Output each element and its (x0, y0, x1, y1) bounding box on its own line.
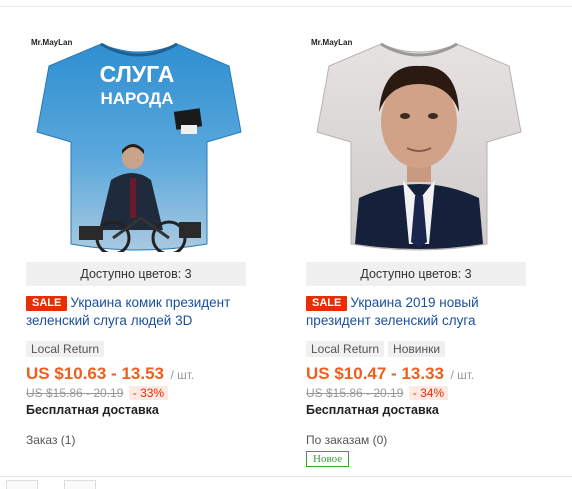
sale-badge: SALE (26, 296, 68, 311)
price-unit: / шт. (170, 368, 195, 382)
product-title[interactable]: SALE Украина 2019 новый президент зеленск… (306, 294, 546, 330)
price: US $10.47 - 13.33 / шт. (306, 364, 554, 384)
colors-available: Доступно цветов: 3 (306, 262, 526, 286)
brand-label: Mr.MayLan (31, 38, 73, 47)
old-price-row: US $15.86 - 20.19 - 33% (26, 386, 274, 400)
sale-badge: SALE (306, 296, 348, 311)
product-image[interactable]: СЛУГА НАРОДА Mr.MayLan (29, 30, 249, 252)
product-image[interactable]: Mr.MayLan (309, 30, 529, 252)
product-card[interactable]: СЛУГА НАРОДА Mr.MayLan Доступно цветов: … (26, 30, 274, 447)
tshirt-image: СЛУГА НАРОДА (36, 42, 242, 252)
price-unit: / шт. (450, 368, 475, 382)
tag-list: Local Return (26, 340, 274, 357)
old-price: US $15.86 - 20.19 (26, 386, 124, 400)
next-card-stub[interactable] (64, 480, 96, 489)
old-price-row: US $15.86 - 20.19 - 34% (306, 386, 554, 400)
shirt-text-line1: СЛУГА (100, 61, 175, 87)
product-card[interactable]: Mr.MayLan Доступно цветов: 3 SALE Украина… (306, 30, 554, 467)
new-badge: Новое (306, 451, 350, 467)
price: US $10.63 - 13.53 / шт. (26, 364, 274, 384)
tshirt-image (316, 42, 522, 251)
tag-list: Local Return Новинки (306, 340, 554, 357)
old-price: US $15.86 - 20.19 (306, 386, 404, 400)
tag-local-return: Local Return (306, 341, 385, 357)
orders-count: Заказ (1) (26, 433, 76, 447)
discount-badge: - 34% (408, 386, 449, 400)
bottom-divider (0, 476, 572, 477)
price-value: US $10.47 - 13.33 (306, 364, 444, 383)
product-title[interactable]: SALE Украина комик президент зеленский сл… (26, 294, 266, 330)
shirt-text-line2: НАРОДА (100, 89, 173, 108)
price-value: US $10.63 - 13.53 (26, 364, 164, 383)
tag-local-return: Local Return (26, 341, 105, 357)
discount-badge: - 33% (128, 386, 169, 400)
top-divider (0, 6, 572, 7)
brand-label: Mr.MayLan (311, 38, 353, 47)
tag-new-arrivals: Новинки (388, 341, 446, 357)
shipping-info: Бесплатная доставка (306, 403, 439, 417)
orders-count: По заказам (0) (306, 433, 388, 447)
next-card-stub[interactable] (6, 480, 38, 489)
shipping-info: Бесплатная доставка (26, 403, 159, 417)
colors-available: Доступно цветов: 3 (26, 262, 246, 286)
